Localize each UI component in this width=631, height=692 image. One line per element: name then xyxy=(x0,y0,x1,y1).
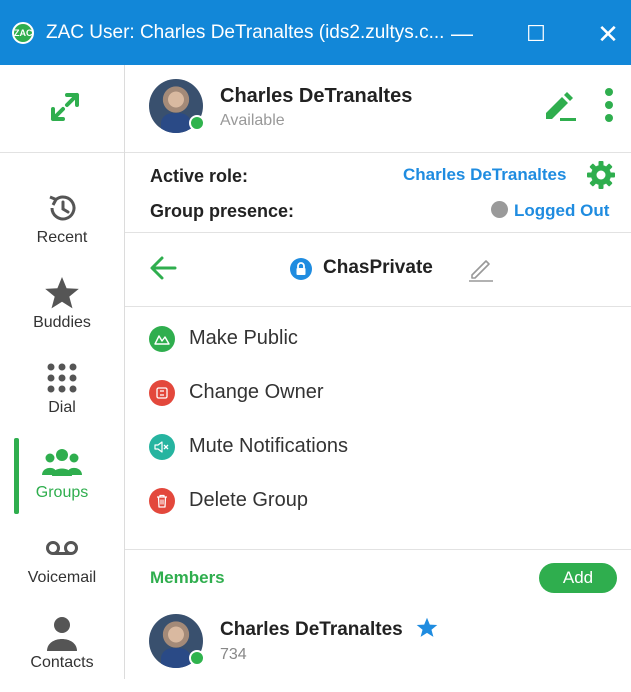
action-label: Delete Group xyxy=(189,489,308,511)
action-label: Change Owner xyxy=(189,381,324,403)
expand-button[interactable] xyxy=(0,65,124,153)
group-actions-list: Make Public Change Owner Mute Notificati… xyxy=(125,307,631,550)
group-header: ChasPrivate xyxy=(125,233,631,307)
maximize-button[interactable]: ☐ xyxy=(516,14,556,54)
sidebar-item-contacts[interactable]: Contacts xyxy=(0,608,124,692)
dialpad-icon xyxy=(47,363,77,393)
main-panel: Charles DeTranaltes Available Active rol… xyxy=(125,65,631,679)
edit-pencil-icon[interactable] xyxy=(542,87,578,123)
active-role-label: Active role: xyxy=(150,166,249,186)
title-bar: ZAC ZAC User: Charles DeTranaltes (ids2.… xyxy=(0,0,631,65)
member-extension: 734 xyxy=(220,646,247,663)
add-member-button[interactable]: Add xyxy=(539,563,617,593)
action-label: Mute Notifications xyxy=(189,435,348,457)
trash-icon xyxy=(149,488,175,514)
app-icon: ZAC xyxy=(12,22,34,44)
sidebar-item-dial[interactable]: Dial xyxy=(0,353,124,437)
star-icon xyxy=(45,277,79,309)
sidebar-item-recent[interactable]: Recent xyxy=(0,183,124,267)
sidebar-item-label: Buddies xyxy=(33,314,91,331)
lock-icon xyxy=(290,258,312,280)
contact-icon xyxy=(47,617,77,651)
star-icon xyxy=(416,617,438,637)
back-arrow-icon[interactable] xyxy=(149,254,177,282)
sidebar-item-label: Contacts xyxy=(30,654,94,671)
sidebar-nav: Recent Buddies Dial Groups Voicemail Con… xyxy=(0,65,125,679)
delete-group-button[interactable]: Delete Group xyxy=(149,480,609,520)
group-name: ChasPrivate xyxy=(323,257,433,278)
profile-header: Charles DeTranaltes Available xyxy=(125,65,631,153)
roles-section: Active role: Charles DeTranaltes Group p… xyxy=(125,153,631,233)
rename-pencil-icon[interactable] xyxy=(467,255,495,283)
people-icon xyxy=(42,449,82,476)
make-public-button[interactable]: Make Public xyxy=(149,318,609,358)
sidebar-item-label: Recent xyxy=(36,229,88,246)
presence-status-dot xyxy=(491,201,508,218)
expand-arrows-icon xyxy=(51,93,79,121)
profile-status: Available xyxy=(220,112,285,129)
sidebar-item-voicemail[interactable]: Voicemail xyxy=(0,523,124,607)
gear-icon[interactable] xyxy=(586,160,616,190)
action-label: Make Public xyxy=(189,327,298,349)
member-name: Charles DeTranaltes xyxy=(220,619,403,640)
close-button[interactable]: ✕ xyxy=(588,14,628,54)
sidebar-item-groups[interactable]: Groups xyxy=(0,438,124,522)
member-row[interactable]: Charles DeTranaltes 734 xyxy=(125,600,631,679)
mute-notifications-button[interactable]: Mute Notifications xyxy=(149,426,609,466)
active-role-link[interactable]: Charles DeTranaltes xyxy=(403,165,566,185)
sidebar-item-label: Voicemail xyxy=(27,569,97,586)
history-icon xyxy=(49,195,76,221)
group-presence-value: Logged Out xyxy=(514,201,610,220)
sidebar-item-label: Dial xyxy=(48,399,76,416)
profile-name: Charles DeTranaltes xyxy=(220,85,413,107)
group-presence-link[interactable]: Logged Out xyxy=(491,201,609,221)
change-owner-icon xyxy=(149,380,175,406)
voicemail-icon xyxy=(46,541,78,555)
sidebar-item-label: Groups xyxy=(35,484,89,501)
change-owner-button[interactable]: Change Owner xyxy=(149,372,609,412)
group-presence-label: Group presence: xyxy=(150,201,295,221)
presence-dot xyxy=(189,650,205,666)
group-public-icon xyxy=(149,326,175,352)
minimize-button[interactable]: — xyxy=(442,14,482,54)
members-label: Members xyxy=(150,568,225,587)
members-header: Members Add xyxy=(125,550,631,600)
window-title: ZAC User: Charles DeTranaltes (ids2.zult… xyxy=(46,22,445,43)
mute-icon xyxy=(149,434,175,460)
more-options-icon[interactable] xyxy=(603,87,615,123)
presence-dot xyxy=(189,115,205,131)
sidebar-item-buddies[interactable]: Buddies xyxy=(0,268,124,352)
